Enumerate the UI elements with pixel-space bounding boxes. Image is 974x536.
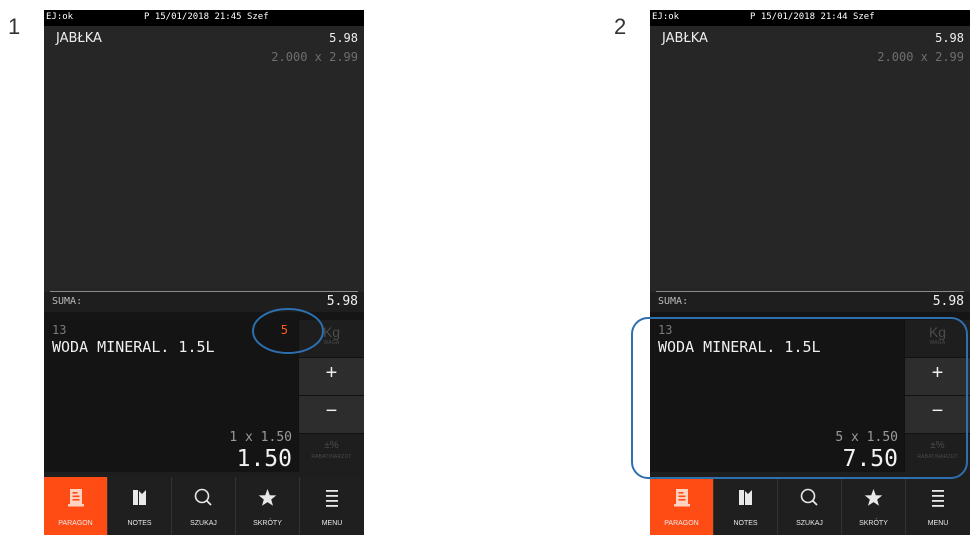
tab-label: PARAGON bbox=[58, 520, 93, 527]
receipt-list[interactable]: JABŁKA 5.98 2.000 x 2.99 bbox=[44, 26, 364, 292]
minus-button[interactable]: − bbox=[905, 396, 970, 433]
item-name: WODA MINERAL. 1.5L bbox=[658, 338, 821, 356]
tab-szukaj[interactable]: SZUKAJ bbox=[778, 477, 841, 535]
suma-label: SUMA: bbox=[52, 296, 83, 307]
line-amount: 7.50 bbox=[842, 446, 898, 472]
tab-skroty[interactable]: SKRÓTY bbox=[842, 477, 905, 535]
minus-button[interactable]: − bbox=[299, 396, 364, 433]
item-entry-area[interactable]: 13 5 WODA MINERAL. 1.5L 1 x 1.50 1.50 bbox=[44, 320, 298, 472]
search-icon bbox=[194, 488, 212, 506]
receipt-item-detail: 2.000 x 2.99 bbox=[877, 50, 964, 64]
quantity-price: 1 x 1.50 bbox=[229, 430, 292, 445]
item-name: WODA MINERAL. 1.5L bbox=[52, 338, 215, 356]
panel-number-2: 2 bbox=[614, 14, 627, 39]
discount-button[interactable]: ±% RABAT/NARZUT bbox=[905, 434, 970, 472]
menu-icon bbox=[932, 490, 944, 507]
tab-menu[interactable]: MENU bbox=[906, 477, 970, 535]
ej-status: EJ:ok bbox=[652, 12, 680, 22]
tab-label: MENU bbox=[321, 520, 343, 527]
receipt-icon bbox=[68, 489, 84, 507]
receipt-item-total: 5.98 bbox=[329, 31, 358, 45]
quantity-input[interactable]: 5 bbox=[281, 323, 288, 337]
discount-button[interactable]: ±% RABAT/NARZUT bbox=[299, 434, 364, 472]
status-bar: EJ:ok P 15/01/2018 21:45 Szef bbox=[44, 10, 364, 26]
pos-screen-1: EJ:ok P 15/01/2018 21:45 Szef JABŁKA 5.9… bbox=[44, 10, 364, 535]
receipt-list[interactable]: JABŁKA 5.98 2.000 x 2.99 bbox=[650, 26, 970, 292]
item-code: 13 bbox=[52, 323, 67, 337]
receipt-item-total: 5.98 bbox=[935, 31, 964, 45]
receipt-item-name: JABŁKA bbox=[662, 31, 708, 46]
plus-icon: + bbox=[931, 362, 944, 384]
menu-icon bbox=[326, 490, 338, 507]
tab-notes[interactable]: NOTES bbox=[108, 477, 171, 535]
receipt-icon bbox=[674, 489, 690, 507]
datetime-user: P 15/01/2018 21:44 Szef bbox=[750, 12, 875, 22]
tab-skroty[interactable]: SKRÓTY bbox=[236, 477, 299, 535]
side-keys: Kg WAGA + − ±% RABAT/NARZUT bbox=[904, 320, 970, 472]
quantity-price: 5 x 1.50 bbox=[835, 430, 898, 445]
tab-szukaj[interactable]: SZUKAJ bbox=[172, 477, 235, 535]
tab-label: SZUKAJ bbox=[796, 520, 823, 527]
section-divider bbox=[44, 312, 364, 320]
tab-label: SZUKAJ bbox=[190, 520, 217, 527]
tab-label: NOTES bbox=[733, 520, 758, 527]
plus-button[interactable]: + bbox=[299, 358, 364, 395]
minus-icon: − bbox=[325, 400, 338, 422]
rabat-label: RABAT/NARZUT bbox=[311, 454, 352, 460]
tab-paragon[interactable]: PARAGON bbox=[650, 477, 713, 535]
tab-label: NOTES bbox=[127, 520, 152, 527]
suma-divider bbox=[50, 291, 358, 292]
tab-menu[interactable]: MENU bbox=[300, 477, 364, 535]
suma-divider bbox=[656, 291, 964, 292]
line-amount: 1.50 bbox=[236, 446, 292, 472]
item-code: 13 bbox=[658, 323, 673, 337]
weight-button[interactable]: Kg WAGA bbox=[905, 320, 970, 357]
search-icon bbox=[800, 488, 818, 506]
kg-label: Kg bbox=[322, 324, 341, 340]
pos-screen-2: EJ:ok P 15/01/2018 21:44 Szef JABŁKA 5.9… bbox=[650, 10, 970, 535]
waga-label: WAGA bbox=[323, 340, 340, 346]
minus-icon: − bbox=[931, 400, 944, 422]
receipt-item-name: JABŁKA bbox=[56, 31, 102, 46]
plus-button[interactable]: + bbox=[905, 358, 970, 395]
notes-icon bbox=[133, 490, 146, 505]
weight-button[interactable]: Kg WAGA bbox=[299, 320, 364, 357]
star-icon bbox=[258, 489, 277, 506]
panel-number-1: 1 bbox=[8, 14, 21, 39]
item-entry-area[interactable]: 13 WODA MINERAL. 1.5L 5 x 1.50 7.50 bbox=[650, 320, 904, 472]
status-bar: EJ:ok P 15/01/2018 21:44 Szef bbox=[650, 10, 970, 26]
percent-label: ±% bbox=[324, 440, 339, 451]
star-icon bbox=[864, 489, 883, 506]
tab-label: SKRÓTY bbox=[253, 520, 282, 527]
datetime-user: P 15/01/2018 21:45 Szef bbox=[144, 12, 269, 22]
suma-value: 5.98 bbox=[326, 294, 358, 309]
ej-status: EJ:ok bbox=[46, 12, 74, 22]
plus-icon: + bbox=[325, 362, 338, 384]
suma-value: 5.98 bbox=[932, 294, 964, 309]
rabat-label: RABAT/NARZUT bbox=[917, 454, 958, 460]
suma-label: SUMA: bbox=[658, 296, 689, 307]
kg-label: Kg bbox=[928, 324, 947, 340]
side-keys: Kg WAGA + − ±% RABAT/NARZUT bbox=[298, 320, 364, 472]
tab-notes[interactable]: NOTES bbox=[714, 477, 777, 535]
waga-label: WAGA bbox=[929, 340, 946, 346]
tab-paragon[interactable]: PARAGON bbox=[44, 477, 107, 535]
tab-label: MENU bbox=[927, 520, 949, 527]
notes-icon bbox=[739, 490, 752, 505]
section-divider bbox=[650, 312, 970, 320]
tab-label: PARAGON bbox=[664, 520, 699, 527]
percent-label: ±% bbox=[930, 440, 945, 451]
bottom-nav: PARAGON NOTES SZUKAJ SKRÓTY MENU bbox=[650, 477, 970, 535]
bottom-nav: PARAGON NOTES SZUKAJ SKRÓTY MENU bbox=[44, 477, 364, 535]
tab-label: SKRÓTY bbox=[859, 520, 888, 527]
receipt-item-detail: 2.000 x 2.99 bbox=[271, 50, 358, 64]
